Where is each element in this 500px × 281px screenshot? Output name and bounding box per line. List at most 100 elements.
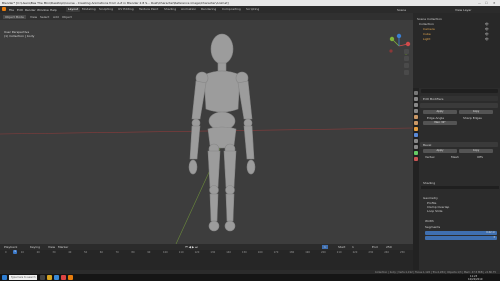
edge-angle-checkbox[interactable]: Edge Angle [427,116,444,120]
apply-button[interactable]: Apply [423,110,457,114]
segments-field[interactable]: 3 [425,236,497,240]
end-frame-label: End [372,245,378,249]
mannequin-model[interactable] [170,31,270,241]
grid-toggle-icon[interactable] [404,70,409,75]
visibility-eye-icon[interactable]: 👁 [485,32,489,36]
playhead[interactable]: 1 [13,250,17,254]
data-tab-icon[interactable] [414,151,418,155]
outliner-row-light[interactable]: Light [423,37,431,41]
close-button[interactable]: ✕ [493,1,496,5]
workspace-tab-compositing[interactable]: Compositing [220,7,243,12]
visibility-eye-icon[interactable]: 👁 [485,22,489,26]
camera-view-icon[interactable] [404,63,409,68]
material-tab-icon[interactable] [414,157,418,161]
apply-button[interactable]: Apply [423,149,457,153]
properties-search-input[interactable] [421,89,498,93]
modifier-2-header[interactable]: Bevel [420,142,498,147]
loop-slide-checkbox[interactable]: Loop Slide [427,209,442,213]
zoom-icon[interactable] [404,49,409,54]
taskbar-search-input[interactable]: Type here to search [9,275,37,280]
blender-logo-icon[interactable] [2,7,6,11]
start-frame-label: Start [338,245,346,249]
mannequin-right-foot [224,220,236,232]
outliner-row-scene-collection[interactable]: Scene Collection [417,17,442,21]
sharp-edges-checkbox[interactable]: Sharp Edges [463,116,482,120]
outliner-row-camera[interactable]: Camera [423,27,435,31]
workspace-tab-animation[interactable]: Animation [179,7,198,12]
object-tab-icon[interactable] [414,127,418,131]
timeline-menu-playback[interactable]: Playback [4,245,17,249]
outliner-row-collection[interactable]: Collection [419,22,434,26]
workspace-tab-scripting[interactable]: Scripting [244,7,261,12]
panel-edit-modifiers-header[interactable]: Edit Modifiers [420,96,498,101]
task-view-icon[interactable] [40,275,45,280]
modifier-1-header[interactable] [420,103,498,108]
output-tab-icon[interactable] [414,103,418,107]
maximize-button[interactable]: ☐ [485,1,488,5]
tool-tab-icon[interactable] [414,91,418,95]
timeline-tick-label: 110 [178,251,184,254]
timeline-tick-label: 120 [194,251,200,254]
file-explorer-icon[interactable] [47,275,52,280]
timeline-tick-label: 80 [131,251,135,254]
start-frame-field[interactable]: 1 [352,245,354,249]
menu-file[interactable]: File [9,8,14,12]
mannequin-right-thigh [223,150,237,188]
playback-controls-icon[interactable]: ⏮ ◀ ▶ ⏭ [185,245,198,249]
visibility-eye-icon[interactable]: 👁 [485,27,489,31]
timeline-area[interactable]: 1 0 10 20 30 40 50 60 70 80 90 100 110 120 130 140 150 1… [0,250,413,270]
gizmo-z-icon[interactable] [396,33,402,39]
current-frame-field[interactable]: 1 [322,245,328,249]
minimize-button[interactable]: — [478,1,481,5]
scene-selector[interactable]: Scene [397,8,406,12]
copy-button[interactable]: Copy [459,149,493,153]
windows-start-icon[interactable] [2,275,7,280]
render-tab-icon[interactable] [414,97,418,101]
timeline-menu-view[interactable]: View [48,245,55,249]
pan-hand-icon[interactable] [404,56,409,61]
outliner-panel[interactable]: Scene Collection Collection Camera Cube … [413,13,500,88]
scene-tab-icon[interactable] [414,115,418,119]
width-field[interactable]: 0.02 m [425,231,497,235]
particles-tab-icon[interactable] [414,139,418,143]
mannequin-right-knee [225,185,235,195]
shading-slider[interactable] [421,186,499,189]
3d-viewport[interactable]: Object Mode View Select Add Object User … [0,13,413,244]
outliner-row-cube[interactable]: Cube [423,32,431,36]
gizmo-y-icon[interactable] [389,36,395,42]
mannequin-right-forearm [243,125,255,160]
end-frame-field[interactable]: 250 [386,245,392,249]
timeline-menu-marker[interactable]: Marker [58,245,68,249]
chrome-browser-icon[interactable] [61,275,66,280]
timeline-tick-label: 170 [273,251,279,254]
mannequin-right-upper-arm [237,80,253,120]
modifier-tab-icon[interactable] [414,133,418,137]
clock-date: 10/22/2019 [468,277,483,281]
timeline-tick-label: 60 [99,251,103,254]
physics-tab-icon[interactable] [414,145,418,149]
menu-window[interactable]: Window [37,8,49,12]
properties-editor[interactable]: Edit Modifiers Apply Copy Edge Angle Sha… [413,88,500,270]
workspace-tab-shading[interactable]: Shading [162,7,178,12]
gizmo-x-icon[interactable] [405,41,411,47]
workspace-tab-layout[interactable]: Layout [66,7,81,12]
workspace-tab-rendering[interactable]: Rendering [199,7,218,12]
workspace-tab-texture-paint[interactable]: Texture Paint [137,7,160,12]
workspace-tab-modeling[interactable]: Modeling [80,7,98,12]
blender-taskbar-icon[interactable] [68,275,73,280]
copy-button[interactable]: Copy [459,110,493,114]
world-tab-icon[interactable] [414,121,418,125]
visibility-eye-icon[interactable]: 👁 [485,37,489,41]
edge-browser-icon[interactable] [54,275,59,280]
max-angle-field[interactable]: Max: 30° [423,121,457,125]
view-layer-tab-icon[interactable] [414,109,418,113]
timeline-tick-label: 150 [242,251,247,254]
timeline-tick-label: 140 [226,251,231,254]
view-layer-selector[interactable]: View Layer [455,8,471,12]
workspace-tab-sculpting[interactable]: Sculpting [97,7,115,12]
timeline-menu-keying[interactable]: Keying [30,245,40,249]
menu-edit[interactable]: Edit [17,8,23,12]
menu-render[interactable]: Render [25,8,36,12]
workspace-tab-uv-editing[interactable]: UV Editing [116,7,136,12]
menu-help[interactable]: Help [50,8,57,12]
